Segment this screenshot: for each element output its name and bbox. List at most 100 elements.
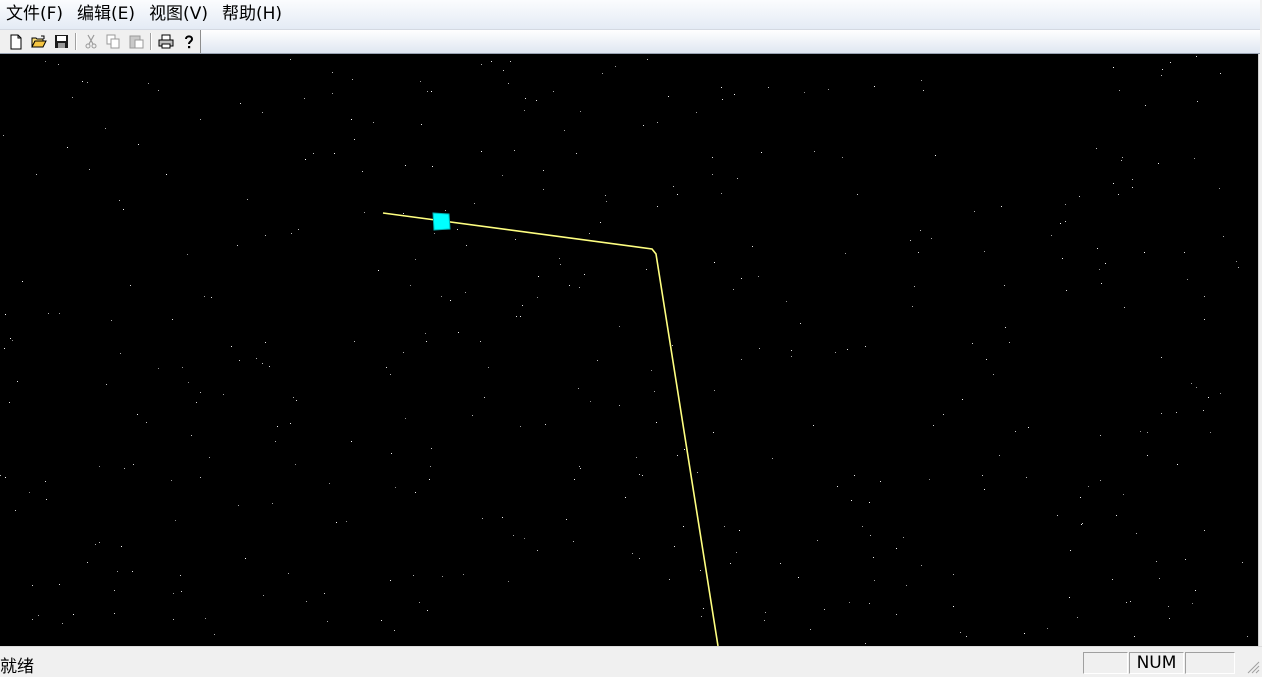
star [524,538,525,539]
star [520,426,521,427]
star [651,370,652,371]
star [923,90,924,91]
star [739,530,740,531]
star [450,300,451,301]
star [332,72,333,73]
star [1204,319,1205,320]
star [835,352,836,353]
star [1169,618,1170,619]
star [429,479,430,480]
print-button[interactable] [154,31,177,52]
star [759,348,760,349]
star [466,245,467,246]
star [1194,158,1195,159]
star [564,130,565,131]
star [874,580,875,581]
star [120,353,121,354]
star [1219,188,1220,189]
star [736,552,737,553]
star [566,519,567,520]
star [247,199,248,200]
menu-view[interactable]: 视图(V) [142,0,215,29]
star [772,458,773,459]
star [114,590,115,591]
star [205,618,206,619]
star [119,200,120,201]
star [1065,221,1066,222]
star [265,235,266,236]
star [214,634,215,635]
star [245,558,246,559]
copy-button[interactable] [102,31,125,52]
star [181,591,182,592]
star [263,595,264,596]
star [256,358,257,359]
star [918,252,919,253]
star [1203,410,1204,411]
star [837,486,838,487]
paste-button[interactable] [125,31,148,52]
star [857,194,858,195]
star [445,210,446,211]
star [606,201,607,202]
star [89,169,90,170]
star [1070,550,1071,551]
star [124,468,125,469]
3d-viewport[interactable] [0,54,1258,646]
menu-file[interactable]: 文件(F) [0,0,70,29]
menu-help[interactable]: 帮助(H) [215,0,289,29]
status-bar: 就绪 NUM [0,646,1262,677]
star [1119,90,1120,91]
new-file-button[interactable] [4,31,27,52]
star [920,230,921,231]
toolbar-separator [150,33,152,50]
star [931,238,932,239]
star [673,186,674,187]
star [1208,397,1209,398]
star [442,576,443,577]
cut-button[interactable] [79,31,102,52]
star [1158,163,1159,164]
star [696,112,697,113]
help-button[interactable] [177,31,200,52]
star [579,466,580,467]
star [896,614,897,615]
star [9,402,10,403]
star [431,91,432,92]
open-button[interactable] [27,31,50,52]
star [346,521,347,522]
star [1004,285,1005,286]
star [262,363,263,364]
star [780,563,781,564]
star [1101,283,1102,284]
star [1069,597,1070,598]
star [677,455,678,456]
star [1191,383,1192,384]
star [182,367,183,368]
star [1247,636,1248,637]
star [173,593,174,594]
star [1197,101,1198,102]
star [560,264,561,265]
star [674,546,675,547]
star [132,571,133,572]
star [158,90,159,91]
star [646,269,647,270]
star [1192,603,1193,604]
star [986,359,987,360]
star [1220,73,1221,74]
star [1140,431,1141,432]
menu-edit[interactable]: 编辑(E) [70,0,142,29]
star [291,233,292,234]
status-text: 就绪 [0,657,34,677]
star [545,424,546,425]
star [1009,342,1010,343]
star [1082,523,1083,524]
resize-grip-icon[interactable] [1246,660,1260,674]
star [1134,636,1135,637]
star [277,426,278,427]
save-button[interactable] [50,31,73,52]
star [364,212,365,213]
star [510,61,511,62]
star [413,575,414,576]
